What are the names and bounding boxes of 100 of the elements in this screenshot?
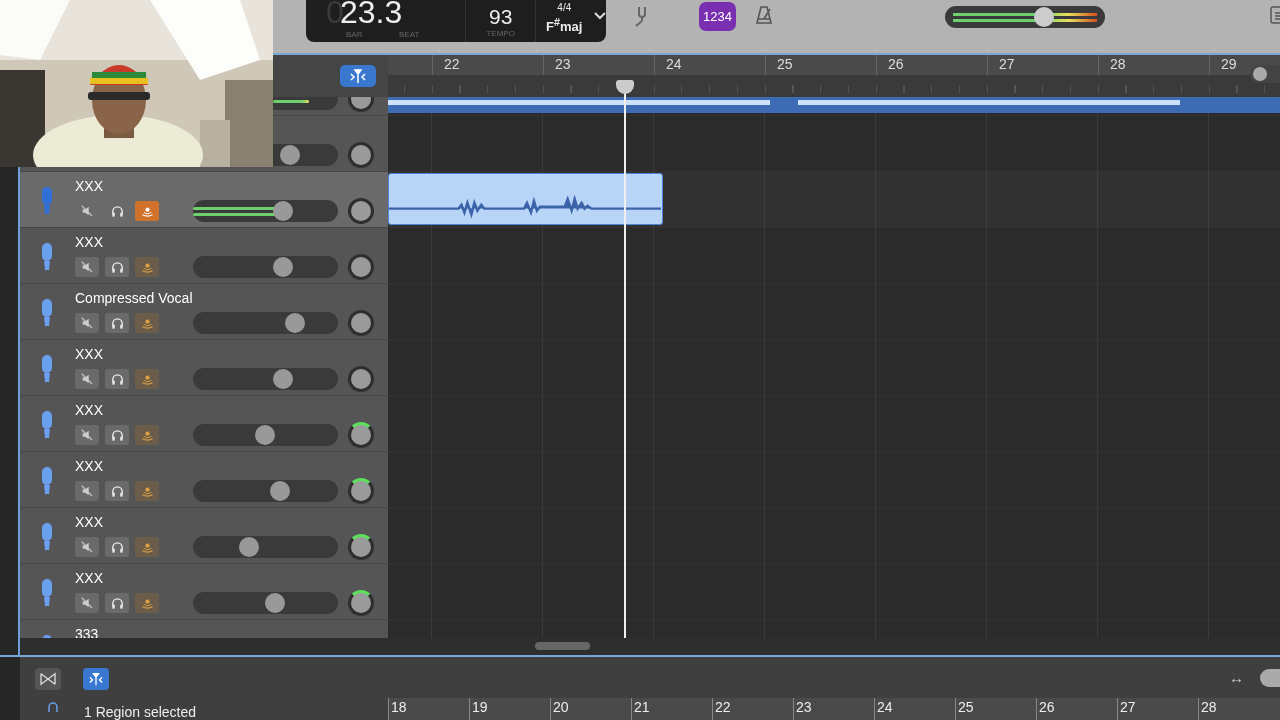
track-name: XXX xyxy=(75,234,103,250)
bar-number: 18 xyxy=(388,698,469,720)
pan-knob[interactable] xyxy=(348,310,374,336)
bar-number: 22 xyxy=(712,698,793,720)
mute-button[interactable] xyxy=(75,425,99,445)
solo-button[interactable] xyxy=(105,369,129,389)
pan-knob[interactable] xyxy=(348,198,374,224)
muted-speaker-icon xyxy=(81,485,93,497)
bar-number: 25 xyxy=(765,55,876,75)
time-signature: 4/4 xyxy=(557,2,572,13)
track-header[interactable]: XXX xyxy=(20,452,388,508)
volume-slider[interactable] xyxy=(193,256,338,278)
headphones-icon xyxy=(110,316,124,330)
playhead[interactable] xyxy=(616,80,634,638)
tempo-readout: 93 xyxy=(489,5,513,29)
microphone-icon xyxy=(41,298,53,328)
record-enable-button[interactable] xyxy=(135,481,159,501)
beat-label: BEAT xyxy=(399,30,420,39)
bounce-button[interactable] xyxy=(35,668,61,690)
key-signature: F$^{#}$maj xyxy=(546,16,583,35)
mute-button[interactable] xyxy=(75,593,99,613)
microphone-icon xyxy=(41,522,53,552)
muted-speaker-icon xyxy=(81,317,93,329)
headphones-icon xyxy=(110,372,124,386)
microphone-icon xyxy=(41,186,53,216)
record-enable-button[interactable] xyxy=(135,593,159,613)
bar-number: 21 xyxy=(631,698,712,720)
headphones-icon xyxy=(110,484,124,498)
track-header[interactable]: XXX xyxy=(20,172,388,228)
muted-speaker-icon xyxy=(81,541,93,553)
track-name: XXX xyxy=(75,514,103,530)
track-name: XXX xyxy=(75,458,103,474)
region-status: 1 Region selected xyxy=(84,705,197,720)
track-name: Compressed Vocal xyxy=(75,290,193,306)
solo-button[interactable] xyxy=(105,257,129,277)
solo-button[interactable] xyxy=(105,425,129,445)
bar-number: 28 xyxy=(1198,698,1279,720)
audio-region[interactable] xyxy=(388,97,1280,113)
volume-slider[interactable] xyxy=(193,592,338,614)
chevron-down-icon[interactable] xyxy=(594,12,606,20)
bar-number: 26 xyxy=(1036,698,1117,720)
track-header[interactable]: XXX xyxy=(20,228,388,284)
input-monitor-icon xyxy=(140,429,154,441)
pan-knob[interactable] xyxy=(348,142,374,168)
audio-region[interactable] xyxy=(388,173,663,225)
catch-playhead-button[interactable] xyxy=(340,65,376,87)
input-monitor-icon xyxy=(140,205,154,217)
playhead-catch-icon xyxy=(348,68,368,84)
volume-slider[interactable] xyxy=(193,480,338,502)
playhead-catch-icon xyxy=(87,672,105,686)
muted-speaker-icon xyxy=(81,597,93,609)
horizontal-scrollbar[interactable] xyxy=(535,642,590,650)
solo-button[interactable] xyxy=(105,481,129,501)
catch-playhead-button[interactable] xyxy=(83,668,109,690)
volume-slider[interactable] xyxy=(273,144,338,166)
microphone-icon xyxy=(41,578,53,608)
volume-slider[interactable] xyxy=(193,312,338,334)
headphones-icon xyxy=(110,204,124,218)
track-header[interactable]: XXX xyxy=(20,508,388,564)
microphone-icon xyxy=(41,410,53,440)
record-enable-button[interactable] xyxy=(135,201,159,221)
bar-number: 27 xyxy=(1117,698,1198,720)
mute-button[interactable] xyxy=(75,313,99,333)
input-monitor-icon xyxy=(140,541,154,553)
volume-slider[interactable] xyxy=(193,536,338,558)
record-enable-button[interactable] xyxy=(135,257,159,277)
microphone-icon xyxy=(41,242,53,272)
track-name: XXX xyxy=(75,346,103,362)
microphone-icon xyxy=(41,466,53,496)
solo-button[interactable] xyxy=(105,537,129,557)
bar-number: 24 xyxy=(874,698,955,720)
track-header[interactable]: XXX xyxy=(20,564,388,620)
bowtie-icon xyxy=(39,672,57,686)
solo-button[interactable] xyxy=(105,313,129,333)
record-enable-button[interactable] xyxy=(135,313,159,333)
bar-number: 24 xyxy=(654,55,765,75)
record-enable-button[interactable] xyxy=(135,537,159,557)
pan-knob[interactable] xyxy=(348,254,374,280)
track-header[interactable]: XXX xyxy=(20,396,388,452)
count-in-button[interactable]: 1234 xyxy=(699,2,736,31)
track-header[interactable]: XXX xyxy=(20,340,388,396)
microphone-icon xyxy=(47,702,59,712)
master-volume-slider[interactable] xyxy=(945,6,1105,28)
mute-button[interactable] xyxy=(75,369,99,389)
solo-button[interactable] xyxy=(105,593,129,613)
metronome-icon[interactable] xyxy=(754,5,774,25)
record-enable-button[interactable] xyxy=(135,369,159,389)
mute-button[interactable] xyxy=(75,257,99,277)
mute-button[interactable] xyxy=(75,481,99,501)
track-name: XXX xyxy=(75,402,103,418)
record-enable-button[interactable] xyxy=(135,425,159,445)
muted-speaker-icon xyxy=(81,429,93,441)
bar-number: 23 xyxy=(543,55,654,75)
pan-knob[interactable] xyxy=(348,366,374,392)
volume-slider[interactable] xyxy=(193,368,338,390)
volume-slider[interactable] xyxy=(193,200,338,222)
volume-slider[interactable] xyxy=(193,424,338,446)
track-header[interactable]: Compressed Vocal xyxy=(20,284,388,340)
mute-button[interactable] xyxy=(75,537,99,557)
microphone-icon xyxy=(41,354,53,384)
